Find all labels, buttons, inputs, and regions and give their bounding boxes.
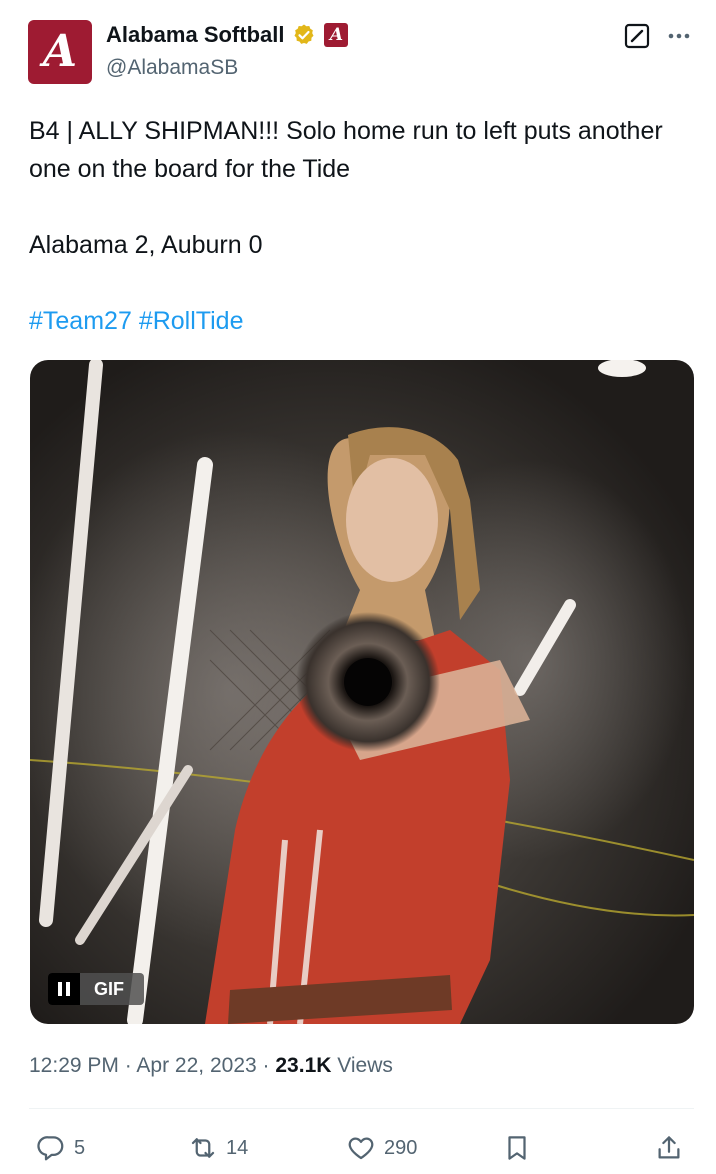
reply-count: 5: [74, 1136, 86, 1159]
avatar-logo-letter: A: [42, 26, 78, 77]
share-icon: [658, 1136, 680, 1159]
tweet-date[interactable]: Apr 22, 2023: [136, 1054, 256, 1077]
profile-avatar[interactable]: A: [28, 20, 92, 84]
affiliate-badge[interactable]: A: [324, 23, 349, 47]
tweet-score-line: Alabama 2, Auburn 0: [29, 231, 263, 259]
meta-separator: ·: [124, 1054, 132, 1077]
pause-icon[interactable]: [48, 973, 80, 1005]
gif-label: GIF: [94, 978, 124, 999]
tweet-text: B4 | ALLY SHIPMAN!!! Solo home run to le…: [29, 112, 689, 340]
action-bar: 5 14 290: [0, 1126, 716, 1170]
gif-badge[interactable]: GIF: [48, 973, 144, 1005]
views-label: Views: [337, 1054, 393, 1077]
reply-icon: [37, 1136, 64, 1161]
hashtags: #Team27 #RollTide: [29, 302, 689, 340]
divider: [29, 1108, 694, 1109]
tweet-text-line: B4 | ALLY SHIPMAN!!! Solo home run to le…: [29, 117, 663, 183]
like-button[interactable]: 290: [346, 1126, 417, 1170]
repost-button[interactable]: 14: [188, 1126, 248, 1170]
share-button[interactable]: [654, 1126, 684, 1170]
reply-button[interactable]: 5: [36, 1126, 85, 1170]
bookmark-button[interactable]: [502, 1126, 532, 1170]
grok-icon[interactable]: [623, 22, 651, 50]
repost-count: 14: [226, 1136, 249, 1159]
views-count: 23.1K: [275, 1054, 332, 1077]
tweet-gif-media[interactable]: GIF: [30, 360, 694, 1024]
heart-icon: [348, 1137, 374, 1160]
verified-badge-icon[interactable]: [292, 23, 316, 47]
tweet-time[interactable]: 12:29 PM: [29, 1054, 119, 1077]
more-options-icon[interactable]: [666, 22, 692, 50]
display-name[interactable]: Alabama Softball: [106, 22, 284, 48]
hashtag-team27-link[interactable]: #Team27: [29, 307, 132, 335]
gif-frame-illustration: [30, 360, 694, 1024]
meta-separator: ·: [262, 1054, 270, 1077]
tweet-metadata: 12:29 PM · Apr 22, 2023 · 23.1K Views: [29, 1054, 393, 1078]
hashtag-rolltide-link[interactable]: #RollTide: [139, 307, 244, 335]
repost-icon: [191, 1138, 215, 1158]
user-handle[interactable]: @AlabamaSB: [106, 56, 238, 80]
affiliate-badge-letter: A: [329, 24, 344, 45]
author-name-row: Alabama Softball A: [106, 22, 349, 48]
like-count: 290: [384, 1136, 418, 1159]
bookmark-icon: [508, 1136, 526, 1160]
